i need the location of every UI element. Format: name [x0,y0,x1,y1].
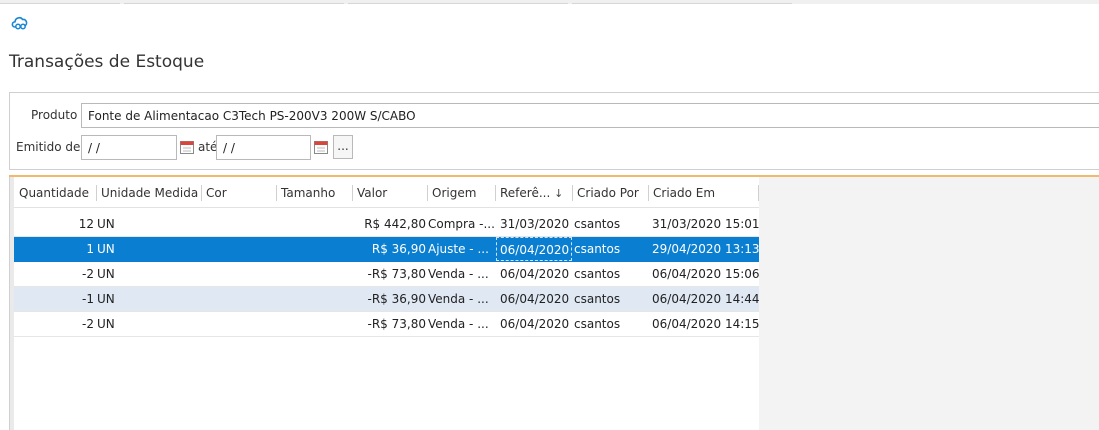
cell-valor: -R$ 73,80 [367,317,426,331]
date-from-field[interactable]: / / [81,135,177,160]
cell-valor: R$ 36,90 [371,242,426,256]
cell-origem: Venda - ... [428,317,489,331]
column-header-label: Criado Em [653,186,716,200]
column-header-label: Valor [357,186,388,200]
column-header-unidade-medida[interactable]: Unidade Medida [96,179,201,207]
cell-criado-em: 06/04/2020 14:15 [652,317,759,331]
cell-referencia: 06/04/2020 [500,317,570,331]
cell-referencia-focused[interactable]: 06/04/2020 [496,237,572,261]
column-header-referencia[interactable]: Referê... ↓ [495,179,572,207]
produto-field[interactable]: Fonte de Alimentacao C3Tech PS-200V3 200… [81,103,1099,128]
cell-quantidade: 1 [86,242,94,256]
cell-valor: -R$ 36,90 [367,292,426,306]
grid-empty-area [759,177,1099,430]
cell-origem: Venda - ... [428,267,489,281]
cell-cor [203,312,273,336]
cell-criado-por: csantos [574,242,621,256]
column-header-label: Criado Por [577,186,639,200]
table-row[interactable]: 12 UN R$ 442,80 Compra -... 31/03/2020 c… [14,212,759,237]
tab-strip-segment [124,0,344,4]
table-row[interactable]: -1 UN -R$ 36,90 Venda - ... 06/04/2020 c… [14,287,759,312]
cell-unidade: UN [97,267,115,281]
cloud-logo-icon [11,16,28,30]
table-row[interactable]: 1 UN R$ 36,90 Ajuste - ... 06/04/2020 cs… [14,237,759,262]
column-header-label: Unidade Medida [101,186,199,200]
cell-tamanho [278,212,348,236]
calendar-icon[interactable] [313,139,329,155]
cell-quantidade: -1 [82,292,94,306]
cell-cor [203,287,273,311]
cell-criado-em: 06/04/2020 14:44 [652,292,759,306]
cell-origem: Venda - ... [428,292,489,306]
emitido-de-label: Emitido de [16,140,81,154]
tab-strip-segment [348,0,568,4]
calendar-icon[interactable] [179,139,195,155]
cell-cor [203,237,273,261]
cell-criado-em: 06/04/2020 15:06 [652,267,759,281]
cell-origem: Compra -... [428,217,495,231]
cell-cor [203,262,273,286]
cell-tamanho [278,237,348,261]
produto-label: Produto [31,108,78,122]
cell-tamanho [278,287,348,311]
cell-unidade: UN [97,292,115,306]
table-row[interactable]: -2 UN -R$ 73,80 Venda - ... 06/04/2020 c… [14,312,759,337]
ate-label: até [198,140,218,154]
cell-quantidade: -2 [82,267,94,281]
cell-unidade: UN [97,217,115,231]
date-to-field[interactable]: / / [216,135,311,160]
column-header-label: Referê... [500,186,551,200]
column-header-label: Cor [206,186,227,200]
cell-cor [203,212,273,236]
cell-referencia: 06/04/2020 [500,292,570,306]
cell-unidade: UN [97,317,115,331]
column-header-label: Origem [432,186,477,200]
cell-criado-em: 31/03/2020 15:01 [652,217,759,231]
tab-strip-segment [0,0,120,4]
cell-origem: Ajuste - ... [428,242,489,256]
column-header-cor[interactable]: Cor [201,179,276,207]
column-header-quantidade[interactable]: Quantidade [14,179,96,207]
cell-criado-por: csantos [574,292,621,306]
column-header-criado-em[interactable]: Criado Em [648,179,759,207]
column-header-origem[interactable]: Origem [427,179,495,207]
grid-header: Quantidade Unidade Medida Cor Tamanho Va… [14,179,759,208]
column-separator[interactable] [758,185,759,201]
column-header-label: Quantidade [19,186,90,200]
cell-tamanho [278,262,348,286]
cell-criado-em: 29/04/2020 13:13 [652,242,759,256]
cell-valor: R$ 442,80 [364,217,426,231]
cell-criado-por: csantos [574,317,621,331]
sort-descending-icon: ↓ [554,187,564,200]
column-header-label: Tamanho [281,186,336,200]
column-header-criado-por[interactable]: Criado Por [572,179,648,207]
top-tab-strip [0,0,1099,4]
cell-valor: -R$ 73,80 [367,267,426,281]
column-header-tamanho[interactable]: Tamanho [276,179,352,207]
more-options-button[interactable]: ... [333,135,353,159]
cell-quantidade: 12 [78,217,94,231]
table-row[interactable]: -2 UN -R$ 73,80 Venda - ... 06/04/2020 c… [14,262,759,287]
cell-unidade: UN [97,242,115,256]
cell-tamanho [278,312,348,336]
cell-criado-por: csantos [574,217,621,231]
page-title: Transações de Estoque [9,52,205,72]
cell-quantidade: -2 [82,317,94,331]
cell-referencia: 06/04/2020 [500,267,570,281]
cell-referencia: 31/03/2020 [500,217,570,231]
column-header-valor[interactable]: Valor [352,179,427,207]
tab-strip-segment [572,0,792,4]
cell-criado-por: csantos [574,267,621,281]
